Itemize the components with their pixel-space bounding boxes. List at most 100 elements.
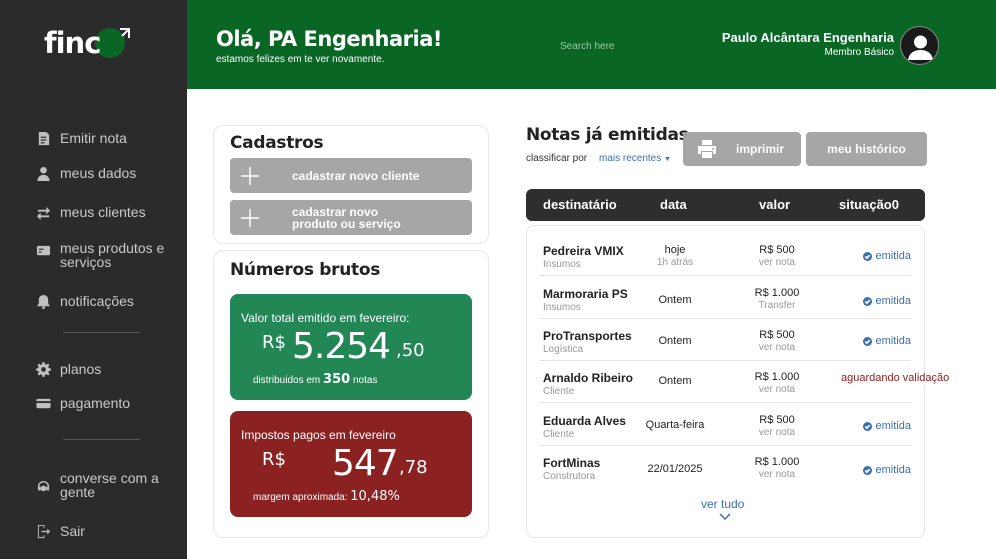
notes-table: Pedreira VMIX Insumos hoje 1h atrás R$ 5… <box>526 225 950 538</box>
table-row[interactable]: Pedreira VMIX Insumos hoje 1h atrás R$ 5… <box>539 234 911 276</box>
sidebar-item-sair[interactable]: Sair <box>35 523 85 539</box>
chevron-down-icon[interactable] <box>719 512 731 522</box>
headset-icon <box>35 479 51 495</box>
user-icon <box>35 165 51 181</box>
new-product-button[interactable]: cadastrar novo produto ou serviço <box>230 200 472 235</box>
sidebar-item-emitir-nota[interactable]: Emitir nota <box>35 130 127 146</box>
emitted-label: Valor total emitido em fevereiro: <box>241 311 410 325</box>
emitted-count: 350 <box>323 372 351 387</box>
new-client-label: cadastrar novo cliente <box>292 168 420 183</box>
header: Olá, PA Engenharia! estamos felizes em t… <box>187 0 996 89</box>
sort-label: classificar por <box>526 153 588 164</box>
status-text: emitida <box>875 464 911 476</box>
emitted-currency: R$ <box>262 332 286 353</box>
user-avatar-icon <box>908 35 933 60</box>
avatar[interactable] <box>900 26 939 65</box>
taxes-foot-prefix: margem aproximada: <box>253 492 348 503</box>
recipient-name: Eduarda Alves <box>543 414 626 428</box>
sidebar-item-meus-clientes[interactable]: meus clientes <box>35 204 146 220</box>
gear-icon <box>35 361 51 377</box>
card-icon <box>35 242 51 258</box>
row-value-link[interactable]: ver nota <box>742 342 812 353</box>
numeros-card: Números brutos Valor total emitido em fe… <box>213 250 489 538</box>
emitted-foot-suffix: notas <box>352 375 378 386</box>
recipient-name: FortMinas <box>543 456 601 470</box>
sidebar-item-meus-dados[interactable]: meus dados <box>35 165 136 181</box>
notes-title: Notas já emitidas <box>526 125 689 145</box>
row-value: R$ 500 <box>759 329 795 341</box>
sidebar-item-notificacoes[interactable]: notificações <box>35 293 134 309</box>
check-icon <box>862 251 872 261</box>
column-header[interactable]: situação0 <box>839 197 899 212</box>
recipient-name: ProTransportes <box>543 329 632 343</box>
recipient-category: Insumos <box>543 302 581 313</box>
table-row[interactable]: Arnaldo Ribeiro Cliente Ontem R$ 1.000 v… <box>539 361 950 403</box>
user-name: Paulo Alcântara Engenharia <box>721 30 894 45</box>
taxes-cents: ,78 <box>399 457 428 478</box>
recipient-category: Logística <box>543 344 584 355</box>
row-value-link[interactable]: ver nota <box>742 257 812 268</box>
column-header[interactable]: data <box>660 197 687 212</box>
recipient-category: Cliente <box>543 429 575 440</box>
document-icon <box>35 130 51 146</box>
recipient-category: Cliente <box>543 386 575 397</box>
logo[interactable]: finc <box>44 24 144 64</box>
table-row[interactable]: FortMinas Construtora 22/01/2025 R$ 1.00… <box>539 446 911 488</box>
column-header[interactable]: valor <box>759 197 790 212</box>
row-value: R$ 1.000 <box>754 456 800 468</box>
credit-card-icon <box>35 395 51 411</box>
sidebar-item-meus-produtos[interactable]: meus produtos e serviços <box>35 241 170 269</box>
logout-icon <box>35 523 51 539</box>
swap-icon <box>35 204 51 220</box>
row-value-link[interactable]: ver nota <box>742 384 812 395</box>
table-row[interactable]: Marmoraria PS Insumos Ontem R$ 1.000 Tra… <box>539 277 911 319</box>
sidebar-item-label: Emitir nota <box>60 130 127 146</box>
status-badge: emitida <box>862 295 911 307</box>
row-date: Ontem <box>658 335 692 347</box>
sidebar-item-label: Sair <box>60 523 85 539</box>
column-header[interactable]: destinatário <box>543 197 617 212</box>
sidebar-item-label: meus dados <box>60 165 137 181</box>
sort-dropdown[interactable]: mais recentes ▼ <box>599 153 671 164</box>
taxes-value: 547 <box>332 443 399 484</box>
sidebar-item-label: meus produtos e serviços <box>60 240 165 270</box>
check-icon <box>862 296 872 306</box>
sidebar-item-label: converse com a gente <box>60 470 159 500</box>
sidebar-item-planos[interactable]: planos <box>35 361 101 377</box>
bell-icon <box>35 293 51 309</box>
sidebar-divider <box>63 439 140 440</box>
caret-down-icon: ▼ <box>664 156 671 163</box>
cadastros-title: Cadastros <box>230 133 324 153</box>
row-date: Ontem <box>658 294 692 306</box>
emitted-foot-prefix: distribuidos em <box>253 375 321 386</box>
taxes-pct: 10,48% <box>350 489 400 504</box>
sidebar-item-converse[interactable]: converse com a gente <box>35 471 170 499</box>
greeting: Olá, PA Engenharia! <box>216 27 442 51</box>
table-row[interactable]: ProTransportes Logística Ontem R$ 500 ve… <box>539 319 911 361</box>
row-value-link[interactable]: ver nota <box>742 469 812 480</box>
print-button[interactable]: imprimir <box>683 132 801 166</box>
status-text: emitida <box>875 335 911 347</box>
taxes-stat-card: Impostos pagos em fevereiro R$ 547 ,78 m… <box>230 411 472 517</box>
new-product-label: cadastrar novo produto ou serviço <box>292 204 401 231</box>
history-button[interactable]: meu histórico <box>806 132 927 166</box>
taxes-currency: R$ <box>262 449 286 470</box>
emitted-stat-card: Valor total emitido em fevereiro: R$ 5.2… <box>230 294 472 400</box>
status-badge: aguardando validação <box>841 372 950 384</box>
sidebar-item-pagamento[interactable]: pagamento <box>35 395 130 411</box>
check-icon <box>862 465 872 475</box>
row-value-link[interactable]: Transfer <box>742 300 812 311</box>
sidebar-item-label: planos <box>60 361 102 377</box>
search-input[interactable] <box>560 39 680 53</box>
numeros-title: Números brutos <box>230 260 381 280</box>
table-header: destinatário data valor situação0 <box>526 189 925 221</box>
see-all-link[interactable]: ver tudo <box>701 497 744 511</box>
recipient-category: Insumos <box>543 259 581 270</box>
status-text: emitida <box>875 295 911 307</box>
row-date: Quarta-feira <box>645 419 705 431</box>
table-row[interactable]: Eduarda Alves Cliente Quarta-feira R$ 50… <box>539 404 911 446</box>
sidebar-item-label: pagamento <box>60 395 131 411</box>
row-value: R$ 1.000 <box>754 371 800 383</box>
row-value-link[interactable]: ver nota <box>742 427 812 438</box>
new-client-button[interactable]: cadastrar novo cliente <box>230 158 472 193</box>
